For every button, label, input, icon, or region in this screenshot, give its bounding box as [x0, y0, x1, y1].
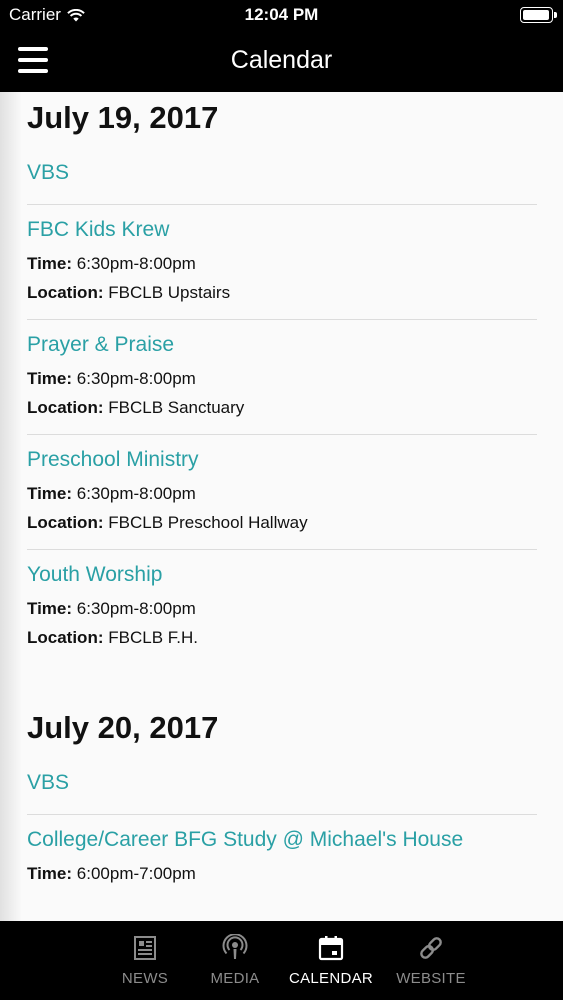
event-item[interactable]: Prayer & Praise Time: 6:30pm-8:00pm Loca… [27, 320, 537, 435]
day-block: July 19, 2017 VBS FBC Kids Krew Time: 6:… [27, 94, 537, 664]
tab-news[interactable]: NEWS [90, 921, 200, 1000]
tab-label: NEWS [121, 970, 169, 987]
event-time: Time: 6:30pm-8:00pm [27, 484, 196, 503]
event-location: Location: FBCLB Upstairs [27, 283, 231, 302]
link-icon [420, 937, 442, 959]
event-location: Location: FBCLB Preschool Hallway [27, 513, 308, 532]
event-title[interactable]: College/Career BFG Study @ Michael's Hou… [27, 821, 537, 859]
tab-label: CALENDAR [288, 970, 374, 987]
date-heading: July 20, 2017 [27, 710, 219, 745]
event-item[interactable]: College/Career BFG Study @ Michael's Hou… [27, 815, 537, 900]
event-title[interactable]: Preschool Ministry [27, 441, 537, 479]
tab-website[interactable]: WEBSITE [385, 921, 477, 1000]
tab-media[interactable]: MEDIA [200, 921, 270, 1000]
event-title[interactable]: VBS [27, 764, 537, 802]
event-time: Time: 6:30pm-8:00pm [27, 254, 196, 273]
event-item[interactable]: VBS [27, 142, 537, 205]
calendar-icon [318, 936, 344, 961]
status-bar: Carrier 12:04 PM [0, 0, 563, 30]
status-time: 12:04 PM [244, 5, 319, 24]
event-location: Location: FBCLB F.H. [27, 628, 198, 647]
event-item[interactable]: Youth Worship Time: 6:30pm-8:00pm Locati… [27, 550, 537, 664]
tab-calendar[interactable]: CALENDAR [277, 921, 385, 1000]
tab-label: WEBSITE [396, 970, 466, 987]
event-title[interactable]: FBC Kids Krew [27, 211, 537, 249]
calendar-list[interactable]: July 19, 2017 VBS FBC Kids Krew Time: 6:… [0, 92, 563, 921]
news-icon [134, 936, 156, 960]
battery-icon [520, 7, 557, 23]
event-time: Time: 6:30pm-8:00pm [27, 599, 196, 618]
page-title: Calendar [230, 46, 333, 74]
event-location: Location: FBCLB Sanctuary [27, 398, 245, 417]
event-title[interactable]: Youth Worship [27, 556, 537, 594]
nav-bar: Calendar [0, 30, 563, 92]
event-item[interactable]: FBC Kids Krew Time: 6:30pm-8:00pm Locati… [27, 205, 537, 320]
tab-bar: NEWS MEDIA CALENDAR WEBSITE [0, 921, 563, 1000]
battery-level [523, 10, 549, 20]
date-heading: July 19, 2017 [27, 100, 219, 135]
tab-label: MEDIA [210, 970, 260, 987]
event-title[interactable]: Prayer & Praise [27, 326, 537, 364]
event-time: Time: 6:00pm-7:00pm [27, 864, 196, 883]
event-title[interactable]: VBS [27, 154, 537, 192]
podcast-icon [222, 934, 248, 959]
event-time: Time: 6:30pm-8:00pm [27, 369, 196, 388]
day-block: July 20, 2017 VBS College/Career BFG Stu… [27, 704, 537, 900]
event-item[interactable]: VBS [27, 752, 537, 815]
event-item[interactable]: Preschool Ministry Time: 6:30pm-8:00pm L… [27, 435, 537, 550]
